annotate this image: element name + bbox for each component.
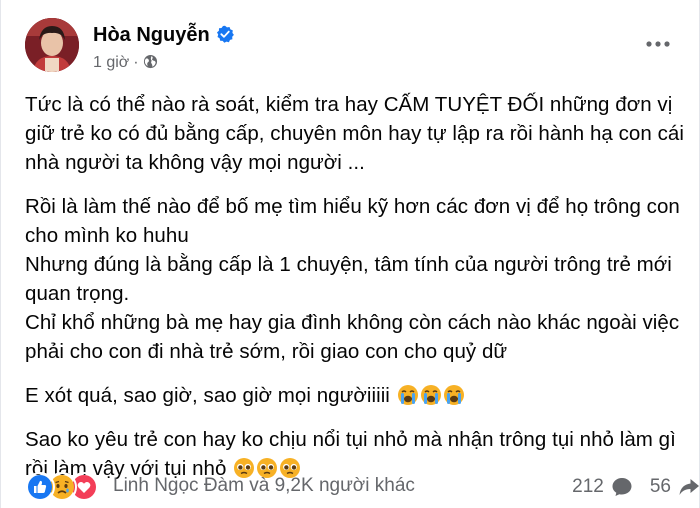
author-name-row: Hòa Nguyễn [93, 24, 234, 47]
post-paragraph-2: Rồi là làm thế nào để bố mẹ tìm hiểu kỹ … [25, 195, 680, 363]
globe-icon[interactable] [143, 54, 158, 69]
like-reaction-icon [25, 472, 55, 502]
comments-count[interactable]: 212 [572, 476, 604, 498]
shares-count[interactable]: 56 [650, 476, 671, 498]
engagement-counts: 212 56 [572, 475, 700, 499]
post-header: Hòa Nguyễn 1 giờ · [25, 18, 685, 80]
post-paragraph-1: Tức là có thể nào rà soát, kiểm tra hay … [25, 93, 684, 174]
post-timestamp[interactable]: 1 giờ [93, 54, 129, 71]
comment-icon[interactable] [610, 475, 634, 499]
author-name[interactable]: Hòa Nguyễn [93, 24, 210, 46]
avatar-photo [25, 18, 79, 72]
post-paragraph-3: E xót quá, sao giờ, sao giờ mọi ngườiiii… [25, 381, 685, 410]
author-avatar[interactable] [25, 18, 79, 72]
post-footer: Linh Ngọc Đàm và 9,2K người khác 212 56 [25, 470, 700, 502]
crying-face-icon [420, 385, 441, 405]
crying-face-icon [397, 385, 418, 405]
facebook-post: Hòa Nguyễn 1 giờ · Tức là có thể nào rà s… [0, 0, 700, 508]
reactions-summary[interactable]: Linh Ngọc Đàm và 9,2K người khác [113, 475, 415, 497]
reaction-icons[interactable] [25, 472, 107, 502]
verified-badge-icon [216, 25, 234, 43]
post-paragraph-3-text: E xót quá, sao giờ, sao giờ mọi ngườiiii… [25, 384, 390, 407]
post-meta: 1 giờ · [93, 54, 158, 72]
more-options-icon[interactable] [645, 38, 671, 50]
meta-separator: · [133, 54, 139, 71]
post-content: Tức là có thể nào rà soát, kiểm tra hay … [25, 90, 685, 498]
crying-face-icon [443, 385, 464, 405]
share-icon[interactable] [677, 475, 700, 499]
